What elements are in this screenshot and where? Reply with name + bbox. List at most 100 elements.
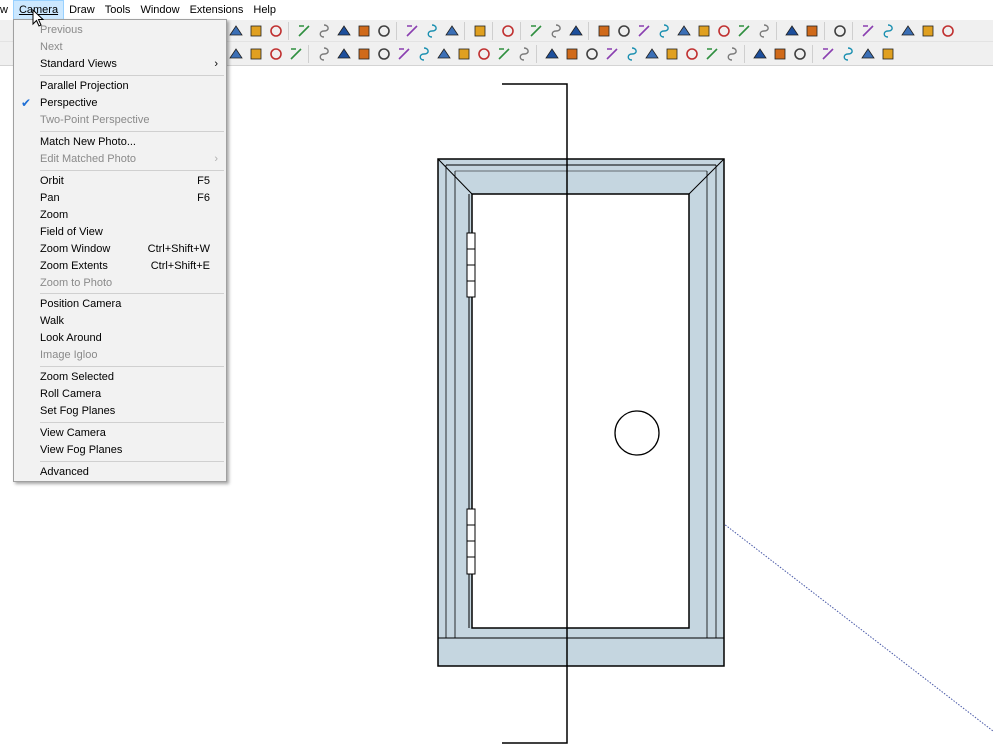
stack-7-icon[interactable] <box>662 45 682 63</box>
t-red-icon[interactable] <box>494 45 514 63</box>
menu-item-look-around[interactable]: Look Around <box>14 330 226 347</box>
circle-dashed-icon[interactable] <box>226 45 246 63</box>
lock-person-icon[interactable] <box>546 22 566 40</box>
stack-8-icon[interactable] <box>682 45 702 63</box>
house-icon[interactable] <box>246 22 266 40</box>
square-line-icon[interactable] <box>354 45 374 63</box>
stack-3-icon[interactable] <box>582 45 602 63</box>
menu-help[interactable]: Help <box>248 0 281 20</box>
menu-item-perspective[interactable]: ✔ Perspective <box>14 95 226 112</box>
shield-icon[interactable] <box>526 22 546 40</box>
diagonal-icon[interactable] <box>858 45 878 63</box>
pipe-icon[interactable] <box>802 22 822 40</box>
menu-tools[interactable]: Tools <box>100 0 136 20</box>
cube-move-icon[interactable] <box>750 45 770 63</box>
box-blue-icon[interactable] <box>374 22 394 40</box>
cube-front-icon[interactable] <box>266 22 286 40</box>
curve-3-icon[interactable] <box>754 22 774 40</box>
curve-1-icon[interactable] <box>654 22 674 40</box>
menu-item-label: Two-Point Perspective <box>40 114 150 126</box>
menu-w[interactable]: w <box>0 0 13 20</box>
cube-back-icon[interactable] <box>294 22 314 40</box>
face-side-icon[interactable] <box>334 22 354 40</box>
menu-item-label: Field of View <box>40 226 103 238</box>
menu-item-label: Walk <box>40 315 65 327</box>
arrows-up-icon[interactable] <box>818 45 838 63</box>
stack-9-icon[interactable] <box>702 45 722 63</box>
cross-line-icon[interactable] <box>334 45 354 63</box>
package-side-icon[interactable] <box>442 22 462 40</box>
menu-item-walk[interactable]: Walk <box>14 313 226 330</box>
network-icon[interactable] <box>566 22 586 40</box>
wrench-icon[interactable] <box>246 45 266 63</box>
circle-pink-icon[interactable] <box>286 45 306 63</box>
yellow-db-icon[interactable] <box>898 22 918 40</box>
arrows-down-icon[interactable] <box>838 45 858 63</box>
spiral-4-icon[interactable] <box>674 22 694 40</box>
spiral-5-icon[interactable] <box>694 22 714 40</box>
line-tool-1-icon[interactable] <box>314 45 334 63</box>
menu-item-label: Zoom <box>40 209 69 221</box>
menu-item-set-fog-planes[interactable]: Set Fog Planes <box>14 403 226 420</box>
blue-grid-icon[interactable] <box>878 22 898 40</box>
menu-item-view-fog-planes[interactable]: View Fog Planes <box>14 442 226 459</box>
cube-scale-icon[interactable] <box>790 45 810 63</box>
menu-item-shortcut: Ctrl+Shift+E <box>150 260 210 272</box>
paint-frame-icon[interactable] <box>498 22 518 40</box>
menu-item-match-new-photo[interactable]: Match New Photo... <box>14 134 226 151</box>
stack-4-icon[interactable] <box>602 45 622 63</box>
menu-window[interactable]: Window <box>135 0 184 20</box>
line-icon[interactable] <box>226 22 246 40</box>
menu-item-label: Match New Photo... <box>40 136 136 148</box>
menu-extensions[interactable]: Extensions <box>185 0 249 20</box>
target-icon[interactable] <box>782 22 802 40</box>
menu-item-view-camera[interactable]: View Camera <box>14 425 226 442</box>
pen-icon[interactable] <box>374 45 394 63</box>
menu-item-roll-camera[interactable]: Roll Camera <box>14 386 226 403</box>
menu-item-standard-views[interactable]: Standard Views › <box>14 56 226 73</box>
cube-rotate-icon[interactable] <box>770 45 790 63</box>
circle-slash-icon[interactable] <box>394 45 414 63</box>
spiral-6-icon[interactable] <box>714 22 734 40</box>
menu-item-parallel-projection[interactable]: Parallel Projection <box>14 78 226 95</box>
stack-icon[interactable] <box>354 22 374 40</box>
blue-block-icon[interactable] <box>938 22 958 40</box>
menu-item-pan[interactable]: Pan F6 <box>14 190 226 207</box>
face-front-icon[interactable] <box>314 22 334 40</box>
split-icon[interactable] <box>878 45 898 63</box>
spiral-2-icon[interactable] <box>614 22 634 40</box>
stack-10-icon[interactable] <box>722 45 742 63</box>
package-open-icon[interactable] <box>422 22 442 40</box>
film-icon[interactable] <box>918 22 938 40</box>
stack-2-icon[interactable] <box>562 45 582 63</box>
circle-red-icon[interactable] <box>266 45 286 63</box>
menu-item-zoom[interactable]: Zoom <box>14 207 226 224</box>
menu-draw[interactable]: Draw <box>64 0 100 20</box>
menu-item-label: Next <box>40 41 63 53</box>
square-red-icon[interactable] <box>434 45 454 63</box>
spiral-3-icon[interactable] <box>634 22 654 40</box>
menu-separator <box>40 422 224 423</box>
menu-item-zoom-window[interactable]: Zoom Window Ctrl+Shift+W <box>14 241 226 258</box>
package-icon[interactable] <box>402 22 422 40</box>
menu-item-label: Look Around <box>40 332 102 344</box>
menu-item-zoom-extents[interactable]: Zoom Extents Ctrl+Shift+E <box>14 258 226 275</box>
stack-1-icon[interactable] <box>542 45 562 63</box>
menu-item-field-of-view[interactable]: Field of View <box>14 224 226 241</box>
corner-icon[interactable] <box>454 45 474 63</box>
question-icon[interactable] <box>514 45 534 63</box>
undo-curve-icon[interactable] <box>830 22 850 40</box>
mirror-icon[interactable] <box>858 22 878 40</box>
menu-item-zoom-selected[interactable]: Zoom Selected <box>14 369 226 386</box>
bridge-icon[interactable] <box>470 22 490 40</box>
menu-item-orbit[interactable]: Orbit F5 <box>14 173 226 190</box>
stack-6-icon[interactable] <box>642 45 662 63</box>
triangle-line-icon[interactable] <box>414 45 434 63</box>
curve-2-icon[interactable] <box>734 22 754 40</box>
menu-item-advanced[interactable]: Advanced <box>14 464 226 481</box>
menu-item-position-camera[interactable]: Position Camera <box>14 296 226 313</box>
stack-5-icon[interactable] <box>622 45 642 63</box>
menu-item-label: Zoom Window <box>40 243 111 255</box>
spiral-1-icon[interactable] <box>594 22 614 40</box>
arc-line-icon[interactable] <box>474 45 494 63</box>
